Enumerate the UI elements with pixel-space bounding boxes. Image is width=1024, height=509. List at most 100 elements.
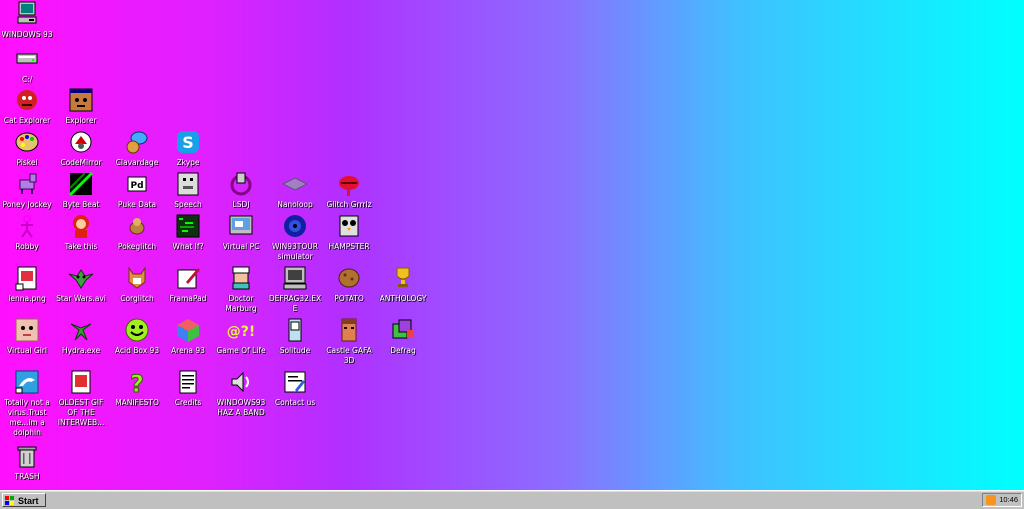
icon-label: Hydra.exe: [61, 346, 101, 355]
chat-icon: [126, 131, 148, 154]
icon-label: Contact us: [274, 398, 316, 407]
lips-icon: [339, 176, 359, 196]
icon-label: POTATO: [334, 294, 364, 303]
icon-label: Byte Beat: [62, 200, 100, 209]
desktop-icon-explorer[interactable]: Explorer: [54, 86, 108, 126]
desktop-icon-virtual-pc[interactable]: Virtual PC: [214, 212, 268, 252]
desktop-icon-win93tour[interactable]: WIN93TOUR simulator: [268, 212, 322, 262]
desktop-icon-framapad[interactable]: FramaPad: [161, 264, 215, 304]
desktop-icon-take-this[interactable]: Take this: [54, 212, 108, 252]
desktop-icon-speech[interactable]: Speech: [161, 170, 215, 210]
explorer-window-icon: [69, 88, 93, 112]
desktop-icon-castle-gafa[interactable]: Castle GAFA 3D: [322, 316, 376, 366]
icon-label: Clavardage: [115, 158, 159, 167]
desktop-icon-oldest-gif[interactable]: OLDEST GIF OF THE INTERWEB...: [54, 368, 108, 428]
start-label: Start: [18, 496, 39, 506]
bytebeat-icon: [68, 171, 94, 197]
phone-booth-icon: [288, 318, 302, 342]
yoda-icon: [68, 269, 94, 289]
defrag-icon: [392, 319, 413, 339]
icon-label: Credits: [174, 398, 202, 407]
desktop-icon-windows93[interactable]: WINDOWS 93: [0, 0, 54, 40]
icon-label: Nanoloop: [277, 200, 313, 209]
desktop-icon-what-if[interactable]: What If?: [161, 212, 215, 252]
icon-label: Totally not a virus.Trust me...im a dolp…: [4, 398, 50, 437]
icon-label: Poney Jockey: [2, 200, 52, 209]
hydra-icon: [70, 323, 92, 341]
desktop-icon-defrag[interactable]: Defrag: [376, 316, 430, 356]
old-computer-icon: [283, 266, 307, 290]
desktop-icon-doctor-marburg[interactable]: Doctor Marburg: [214, 264, 268, 314]
icon-label: Piskel: [16, 158, 38, 167]
document-icon: [179, 370, 197, 394]
desktop-icon-robby[interactable]: Robby: [0, 212, 54, 252]
desktop-icon-hydra[interactable]: Hydra.exe: [54, 316, 108, 356]
desktop-icon-puke-data[interactable]: Pd Puke Data: [110, 170, 164, 210]
gif-file-icon: [71, 370, 91, 394]
dolphin-icon: [15, 370, 39, 394]
start-button[interactable]: Start: [2, 493, 46, 507]
puredata-icon: Pd: [127, 176, 147, 192]
svg-text:@?!: @?!: [227, 324, 255, 340]
desktop-icon-virtual-girl[interactable]: Virtual Girl: [0, 316, 54, 356]
desktop-icon-byte-beat[interactable]: Byte Beat: [54, 170, 108, 210]
icon-label: C:/: [21, 75, 33, 84]
desktop-icon-acid-box[interactable]: Acid Box 93: [110, 316, 164, 356]
computer-icon: [17, 1, 37, 24]
desktop-icon-band[interactable]: WINDOWS93 HAZ A BAND: [214, 368, 268, 418]
trophy-icon: [396, 267, 410, 287]
drive-icon: [16, 53, 38, 64]
game-of-life-icon: @?!: [227, 324, 255, 340]
desktop-icon-manifesto[interactable]: ? MANIFESTO: [110, 368, 164, 408]
icon-label: ANTHOLOGY: [379, 294, 427, 303]
icon-label: lenna.png: [8, 294, 46, 303]
desktop-icon-nanoloop[interactable]: Nanoloop: [268, 170, 322, 210]
desktop-icon-clavardage[interactable]: Clavardage: [110, 128, 164, 168]
desktop-icon-poney-jockey[interactable]: Poney Jockey: [0, 170, 54, 210]
desktop-icon-anthology[interactable]: ANTHOLOGY: [376, 264, 430, 304]
desktop-icon-glitch-grrrlz[interactable]: Glitch Grrrlz: [322, 170, 376, 210]
icon-label: Take this: [64, 242, 98, 251]
desktop-icon-hampster[interactable]: HAMPSTER: [322, 212, 376, 252]
desktop-icon-codemirror[interactable]: CodeMirror: [54, 128, 108, 168]
desktop-icon-corglitch[interactable]: Corglitch: [110, 264, 164, 304]
desktop-icon-cat-explorer[interactable]: Cat Explorer: [0, 86, 54, 126]
desktop-icon-lenna[interactable]: lenna.png: [0, 264, 54, 304]
icon-label: Star Wars.avi: [56, 294, 106, 303]
rss-icon[interactable]: [986, 495, 996, 505]
icon-label: MANIFESTO: [115, 398, 159, 407]
desktop-icon-game-of-life[interactable]: @?! Game Of Life: [214, 316, 268, 356]
desktop-icon-contact-us[interactable]: Contact us: [268, 368, 322, 408]
icon-label: Virtual PC: [222, 242, 260, 251]
desktop-icon-lsdj[interactable]: LSDJ: [214, 170, 268, 210]
desktop-icon-solitude[interactable]: Solitude: [268, 316, 322, 356]
desktop-icon-zkype[interactable]: S Zkype: [161, 128, 215, 168]
desktop-icon-defrag32[interactable]: DEFRAG32.EXE: [268, 264, 322, 314]
face-icon: [15, 318, 39, 342]
desktop-icon-potato[interactable]: POTATO: [322, 264, 376, 304]
icon-label: Puke Data: [117, 200, 157, 209]
icon-label: Castle GAFA 3D: [326, 346, 372, 365]
desktop-icon-trash[interactable]: TRASH: [0, 442, 54, 482]
desktop-icon-arena[interactable]: Arena 93: [161, 316, 215, 356]
cat-icon: [17, 90, 37, 110]
icon-label: Solitude: [279, 346, 311, 355]
icon-label: Glitch Grrrlz: [326, 200, 372, 209]
icon-label: WINDOWS 93: [1, 30, 53, 39]
pony-icon: [19, 173, 37, 194]
desktop-icon-credits[interactable]: Credits: [161, 368, 215, 408]
desktop-icon-dolphin[interactable]: Totally not a virus.Trust me...im a dolp…: [0, 368, 54, 438]
desktop-icon-piskel[interactable]: Piskel: [0, 128, 54, 168]
owl-icon: [339, 215, 359, 237]
desktop-icon-c-drive[interactable]: C:/: [0, 45, 54, 85]
gameboy-icon: [230, 172, 252, 196]
desktop-icon-star-wars[interactable]: Star Wars.avi: [54, 264, 108, 304]
vortex-icon: [284, 215, 306, 237]
trash-icon: [17, 446, 37, 468]
zkype-icon: S: [177, 131, 199, 153]
nanoloop-icon: [281, 177, 309, 191]
icon-label: Corglitch: [120, 294, 154, 303]
desktop-icon-pokeglitch[interactable]: Pokeglitch: [110, 212, 164, 252]
icon-label: WINDOWS93 HAZ A BAND: [216, 398, 266, 417]
notepad-pen-icon: [177, 268, 200, 289]
